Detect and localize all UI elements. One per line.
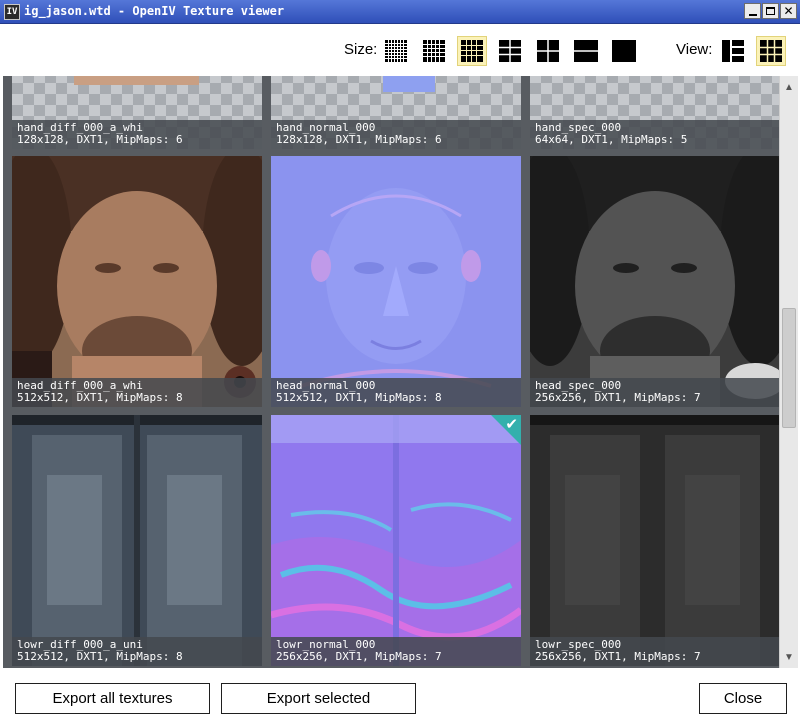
texture-caption: hand_diff_000_a_whi 128x128, DXT1, MipMa… [12,120,262,149]
texture-tile-hand-diff[interactable]: hand_diff_000_a_whi 128x128, DXT1, MipMa… [12,76,262,149]
texture-caption: hand_spec_000 64x64, DXT1, MipMaps: 5 [530,120,779,149]
grid-view-button[interactable] [756,36,786,66]
texture-caption: head_diff_000_a_whi 512x512, DXT1, MipMa… [12,378,262,407]
texture-info: 512x512, DXT1, MipMaps: 8 [276,391,442,404]
texture-caption: lowr_spec_000 256x256, DXT1, MipMaps: 7 [530,637,779,666]
close-icon: ✕ [783,4,794,18]
texture-tile-head-spec[interactable]: head_spec_000 256x256, DXT1, MipMaps: 7 [530,156,779,407]
close-window-button[interactable]: ✕ [780,3,797,19]
texture-info: 256x256, DXT1, MipMaps: 7 [535,650,701,663]
size-7x7-button[interactable] [381,36,411,66]
texture-tile-lowr-diff[interactable]: lowr_diff_000_a_uni 512x512, DXT1, MipMa… [12,415,262,666]
maximize-button[interactable] [762,3,779,19]
texture-info: 128x128, DXT1, MipMaps: 6 [276,133,442,146]
size-3x3-button[interactable] [533,36,563,66]
texture-info: 128x128, DXT1, MipMaps: 6 [17,133,183,146]
texture-caption: hand_normal_000 128x128, DXT1, MipMaps: … [271,120,521,149]
size-1x1-icon [612,40,636,62]
texture-thumbnail [271,156,521,407]
texture-tile-hand-spec[interactable]: hand_spec_000 64x64, DXT1, MipMaps: 5 [530,76,779,149]
texture-info: 512x512, DXT1, MipMaps: 8 [17,391,183,404]
close-button[interactable]: Close [699,683,787,714]
list-view-button[interactable] [718,36,748,66]
view-label: View: [676,41,713,58]
check-icon: ✔ [505,415,518,433]
size-2x2-button[interactable] [571,36,601,66]
texture-info: 64x64, DXT1, MipMaps: 5 [535,133,688,146]
grid-view-icon [760,40,782,62]
size-7x7-icon [385,40,407,62]
scrollbar-thumb[interactable] [782,308,796,428]
window-title: ig_jason.wtd - OpenIV Texture viewer [24,4,285,18]
size-1x1-button[interactable] [609,36,639,66]
toolbar: Size: View: [0,24,800,76]
texture-thumbnail [12,156,262,407]
texture-tile-head-diff[interactable]: head_diff_000_a_whi 512x512, DXT1, MipMa… [12,156,262,407]
size-5x5-icon [461,40,483,62]
size-4x4-button[interactable] [495,36,525,66]
texture-info: 256x256, DXT1, MipMaps: 7 [276,650,442,663]
texture-caption: head_normal_000 512x512, DXT1, MipMaps: … [271,378,521,407]
size-2x2-icon [574,40,598,62]
texture-thumbnail [530,156,779,407]
texture-thumbnail [530,415,779,666]
size-label: Size: [344,41,378,58]
texture-tile-lowr-normal[interactable]: ✔ lowr_normal_000 256x256, DXT1, MipMaps… [271,415,521,666]
size-6x6-icon [423,40,445,62]
list-view-icon [722,40,744,62]
minimize-icon [748,13,757,16]
vertical-scrollbar[interactable]: ▲ ▼ [779,76,798,668]
export-selected-button[interactable]: Export selected [221,683,416,714]
openiv-app-icon[interactable]: IV [4,4,20,20]
maximize-icon [766,7,775,15]
texture-grid: hand_diff_000_a_whi 128x128, DXT1, MipMa… [3,76,779,668]
texture-caption: lowr_diff_000_a_uni 512x512, DXT1, MipMa… [12,637,262,666]
size-3x3-icon [537,40,559,62]
title-bar: IV ig_jason.wtd - OpenIV Texture viewer … [0,0,800,24]
texture-thumbnail [12,415,262,666]
size-5x5-button[interactable] [457,36,487,66]
footer: Export all textures Export selected Clos… [0,668,800,725]
texture-info: 256x256, DXT1, MipMaps: 7 [535,391,701,404]
scroll-up-arrow-icon[interactable]: ▲ [780,78,798,96]
texture-info: 512x512, DXT1, MipMaps: 8 [17,650,183,663]
size-4x4-icon [499,40,521,62]
size-6x6-button[interactable] [419,36,449,66]
texture-tile-hand-normal[interactable]: hand_normal_000 128x128, DXT1, MipMaps: … [271,76,521,149]
texture-tile-lowr-spec[interactable]: lowr_spec_000 256x256, DXT1, MipMaps: 7 [530,415,779,666]
texture-thumbnail [271,415,521,666]
texture-caption: head_spec_000 256x256, DXT1, MipMaps: 7 [530,378,779,407]
export-all-textures-button[interactable]: Export all textures [15,683,210,714]
minimize-button[interactable] [744,3,761,19]
texture-caption: lowr_normal_000 256x256, DXT1, MipMaps: … [271,637,521,666]
scroll-down-arrow-icon[interactable]: ▼ [780,648,798,666]
texture-tile-head-normal[interactable]: head_normal_000 512x512, DXT1, MipMaps: … [271,156,521,407]
